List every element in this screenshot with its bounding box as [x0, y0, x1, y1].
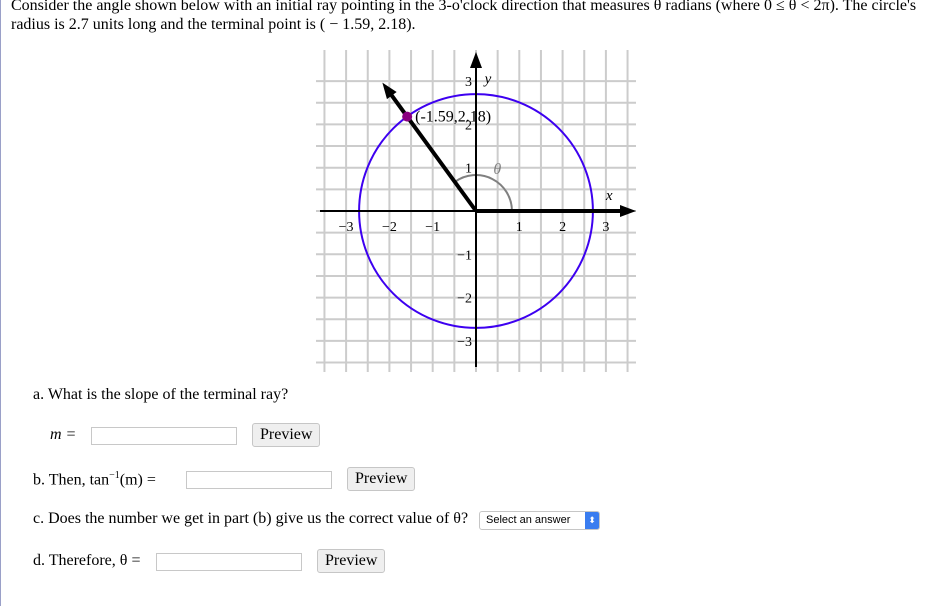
answer-select[interactable]: Select an answer ⬍: [479, 511, 600, 530]
question-d: d. Therefore, θ =: [33, 552, 141, 569]
y-tick-label: −2: [457, 292, 472, 307]
y-tick-label: 1: [465, 162, 472, 177]
x-tick-label: 3: [602, 220, 609, 235]
question-b-suffix: (m) =: [119, 471, 156, 489]
select-chevron-icon: ⬍: [585, 512, 599, 529]
x-tick-label: 2: [559, 220, 566, 235]
arctan-input[interactable]: [186, 471, 332, 489]
question-b: b. Then, tan−1(m) =: [33, 470, 156, 489]
question-c: c. Does the number we get in part (b) gi…: [33, 510, 469, 527]
question-a: a. What is the slope of the terminal ray…: [33, 386, 289, 403]
answer-select-value: Select an answer: [486, 514, 571, 526]
x-tick-label: −3: [339, 220, 354, 235]
y-axis-arrow-icon: [470, 52, 482, 68]
slope-input[interactable]: [91, 427, 237, 445]
slope-label: m =: [50, 426, 76, 444]
preview-button-a[interactable]: Preview: [252, 423, 321, 447]
y-tick-label: 3: [465, 75, 472, 90]
x-tick-label: −1: [425, 220, 440, 235]
x-tick-label: 1: [516, 220, 523, 235]
slope-var: m =: [50, 426, 77, 443]
terminal-ray: [385, 87, 478, 213]
question-b-prefix: b. Then, tan: [33, 471, 110, 489]
y-tick-label: −3: [457, 335, 472, 350]
x-axis-label: x: [605, 188, 613, 204]
theta-label: θ: [493, 161, 501, 178]
x-tick-label: −2: [382, 220, 397, 235]
terminal-point: [402, 111, 413, 122]
terminal-point-label: (-1.59,2.18): [415, 109, 491, 126]
preview-button-b[interactable]: Preview: [347, 467, 416, 491]
question-b-sup: −1: [109, 470, 120, 481]
y-axis-label: y: [483, 71, 492, 87]
preview-button-d[interactable]: Preview: [317, 549, 386, 573]
y-tick-label: −1: [457, 248, 472, 263]
theta-input[interactable]: [156, 553, 302, 571]
